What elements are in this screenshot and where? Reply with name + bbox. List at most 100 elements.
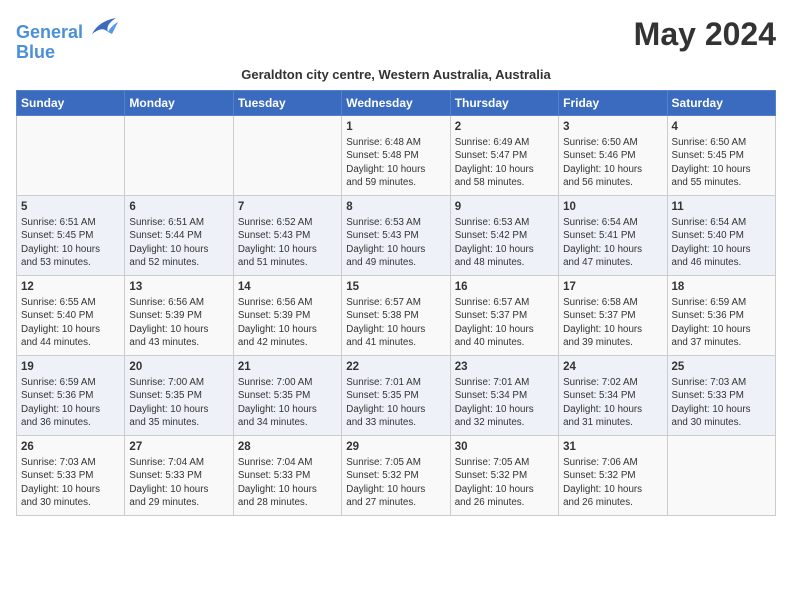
calendar-cell: 18Sunrise: 6:59 AM Sunset: 5:36 PM Dayli… (667, 275, 775, 355)
calendar-cell: 25Sunrise: 7:03 AM Sunset: 5:33 PM Dayli… (667, 355, 775, 435)
day-number: 28 (238, 440, 337, 456)
day-info: Sunrise: 6:54 AM Sunset: 5:40 PM Dayligh… (672, 216, 771, 269)
day-number: 30 (455, 440, 554, 456)
calendar-cell (17, 115, 125, 195)
day-number: 2 (455, 120, 554, 136)
day-number: 13 (129, 280, 228, 296)
day-info: Sunrise: 6:55 AM Sunset: 5:40 PM Dayligh… (21, 296, 120, 349)
day-info: Sunrise: 6:59 AM Sunset: 5:36 PM Dayligh… (21, 376, 120, 429)
calendar-cell (667, 435, 775, 515)
calendar-cell: 5Sunrise: 6:51 AM Sunset: 5:45 PM Daylig… (17, 195, 125, 275)
day-number: 12 (21, 280, 120, 296)
day-number: 1 (346, 120, 445, 136)
day-number: 11 (672, 200, 771, 216)
calendar-cell: 17Sunrise: 6:58 AM Sunset: 5:37 PM Dayli… (559, 275, 667, 355)
day-info: Sunrise: 7:00 AM Sunset: 5:35 PM Dayligh… (129, 376, 228, 429)
calendar-week-row: 5Sunrise: 6:51 AM Sunset: 5:45 PM Daylig… (17, 195, 776, 275)
day-number: 6 (129, 200, 228, 216)
day-info: Sunrise: 6:49 AM Sunset: 5:47 PM Dayligh… (455, 136, 554, 189)
day-info: Sunrise: 7:02 AM Sunset: 5:34 PM Dayligh… (563, 376, 662, 429)
calendar-cell: 1Sunrise: 6:48 AM Sunset: 5:48 PM Daylig… (342, 115, 450, 195)
weekday-header-thursday: Thursday (450, 90, 558, 115)
calendar-week-row: 12Sunrise: 6:55 AM Sunset: 5:40 PM Dayli… (17, 275, 776, 355)
calendar-cell: 16Sunrise: 6:57 AM Sunset: 5:37 PM Dayli… (450, 275, 558, 355)
month-title: May 2024 (634, 16, 776, 53)
day-number: 9 (455, 200, 554, 216)
day-number: 25 (672, 360, 771, 376)
calendar-week-row: 26Sunrise: 7:03 AM Sunset: 5:33 PM Dayli… (17, 435, 776, 515)
calendar-table: SundayMondayTuesdayWednesdayThursdayFrid… (16, 90, 776, 516)
day-number: 26 (21, 440, 120, 456)
day-number: 17 (563, 280, 662, 296)
day-number: 19 (21, 360, 120, 376)
day-info: Sunrise: 6:57 AM Sunset: 5:37 PM Dayligh… (455, 296, 554, 349)
weekday-header-wednesday: Wednesday (342, 90, 450, 115)
calendar-cell: 26Sunrise: 7:03 AM Sunset: 5:33 PM Dayli… (17, 435, 125, 515)
day-number: 21 (238, 360, 337, 376)
weekday-header-sunday: Sunday (17, 90, 125, 115)
page-header: General Blue May 2024 (16, 16, 776, 63)
calendar-cell: 3Sunrise: 6:50 AM Sunset: 5:46 PM Daylig… (559, 115, 667, 195)
day-info: Sunrise: 6:57 AM Sunset: 5:38 PM Dayligh… (346, 296, 445, 349)
day-number: 18 (672, 280, 771, 296)
logo-text: General (16, 16, 118, 43)
day-number: 23 (455, 360, 554, 376)
calendar-cell (233, 115, 341, 195)
day-info: Sunrise: 7:06 AM Sunset: 5:32 PM Dayligh… (563, 456, 662, 509)
day-number: 8 (346, 200, 445, 216)
calendar-cell: 8Sunrise: 6:53 AM Sunset: 5:43 PM Daylig… (342, 195, 450, 275)
day-info: Sunrise: 6:58 AM Sunset: 5:37 PM Dayligh… (563, 296, 662, 349)
day-info: Sunrise: 7:04 AM Sunset: 5:33 PM Dayligh… (129, 456, 228, 509)
weekday-header-row: SundayMondayTuesdayWednesdayThursdayFrid… (17, 90, 776, 115)
logo-bird-icon (90, 16, 118, 38)
calendar-cell: 31Sunrise: 7:06 AM Sunset: 5:32 PM Dayli… (559, 435, 667, 515)
day-number: 29 (346, 440, 445, 456)
day-info: Sunrise: 6:54 AM Sunset: 5:41 PM Dayligh… (563, 216, 662, 269)
day-number: 7 (238, 200, 337, 216)
day-info: Sunrise: 6:56 AM Sunset: 5:39 PM Dayligh… (129, 296, 228, 349)
calendar-cell: 15Sunrise: 6:57 AM Sunset: 5:38 PM Dayli… (342, 275, 450, 355)
day-number: 22 (346, 360, 445, 376)
day-info: Sunrise: 7:05 AM Sunset: 5:32 PM Dayligh… (346, 456, 445, 509)
calendar-cell: 6Sunrise: 6:51 AM Sunset: 5:44 PM Daylig… (125, 195, 233, 275)
day-info: Sunrise: 6:48 AM Sunset: 5:48 PM Dayligh… (346, 136, 445, 189)
calendar-cell: 30Sunrise: 7:05 AM Sunset: 5:32 PM Dayli… (450, 435, 558, 515)
day-info: Sunrise: 6:56 AM Sunset: 5:39 PM Dayligh… (238, 296, 337, 349)
day-info: Sunrise: 6:51 AM Sunset: 5:44 PM Dayligh… (129, 216, 228, 269)
weekday-header-saturday: Saturday (667, 90, 775, 115)
calendar-cell: 24Sunrise: 7:02 AM Sunset: 5:34 PM Dayli… (559, 355, 667, 435)
day-info: Sunrise: 6:50 AM Sunset: 5:45 PM Dayligh… (672, 136, 771, 189)
calendar-cell: 14Sunrise: 6:56 AM Sunset: 5:39 PM Dayli… (233, 275, 341, 355)
calendar-cell: 19Sunrise: 6:59 AM Sunset: 5:36 PM Dayli… (17, 355, 125, 435)
day-info: Sunrise: 7:01 AM Sunset: 5:35 PM Dayligh… (346, 376, 445, 429)
calendar-cell: 23Sunrise: 7:01 AM Sunset: 5:34 PM Dayli… (450, 355, 558, 435)
calendar-cell: 29Sunrise: 7:05 AM Sunset: 5:32 PM Dayli… (342, 435, 450, 515)
day-number: 27 (129, 440, 228, 456)
calendar-cell: 4Sunrise: 6:50 AM Sunset: 5:45 PM Daylig… (667, 115, 775, 195)
day-info: Sunrise: 6:50 AM Sunset: 5:46 PM Dayligh… (563, 136, 662, 189)
calendar-cell: 27Sunrise: 7:04 AM Sunset: 5:33 PM Dayli… (125, 435, 233, 515)
day-number: 15 (346, 280, 445, 296)
weekday-header-friday: Friday (559, 90, 667, 115)
day-number: 24 (563, 360, 662, 376)
calendar-cell: 2Sunrise: 6:49 AM Sunset: 5:47 PM Daylig… (450, 115, 558, 195)
day-number: 14 (238, 280, 337, 296)
day-info: Sunrise: 7:03 AM Sunset: 5:33 PM Dayligh… (21, 456, 120, 509)
day-info: Sunrise: 7:04 AM Sunset: 5:33 PM Dayligh… (238, 456, 337, 509)
calendar-cell: 20Sunrise: 7:00 AM Sunset: 5:35 PM Dayli… (125, 355, 233, 435)
calendar-cell: 11Sunrise: 6:54 AM Sunset: 5:40 PM Dayli… (667, 195, 775, 275)
calendar-cell: 10Sunrise: 6:54 AM Sunset: 5:41 PM Dayli… (559, 195, 667, 275)
day-info: Sunrise: 7:03 AM Sunset: 5:33 PM Dayligh… (672, 376, 771, 429)
day-info: Sunrise: 7:01 AM Sunset: 5:34 PM Dayligh… (455, 376, 554, 429)
day-number: 31 (563, 440, 662, 456)
calendar-cell: 9Sunrise: 6:53 AM Sunset: 5:42 PM Daylig… (450, 195, 558, 275)
calendar-week-row: 19Sunrise: 6:59 AM Sunset: 5:36 PM Dayli… (17, 355, 776, 435)
day-info: Sunrise: 6:52 AM Sunset: 5:43 PM Dayligh… (238, 216, 337, 269)
logo-blue: Blue (16, 43, 118, 63)
calendar-cell: 13Sunrise: 6:56 AM Sunset: 5:39 PM Dayli… (125, 275, 233, 355)
calendar-cell: 7Sunrise: 6:52 AM Sunset: 5:43 PM Daylig… (233, 195, 341, 275)
day-info: Sunrise: 6:53 AM Sunset: 5:43 PM Dayligh… (346, 216, 445, 269)
weekday-header-monday: Monday (125, 90, 233, 115)
day-info: Sunrise: 7:00 AM Sunset: 5:35 PM Dayligh… (238, 376, 337, 429)
calendar-cell: 21Sunrise: 7:00 AM Sunset: 5:35 PM Dayli… (233, 355, 341, 435)
